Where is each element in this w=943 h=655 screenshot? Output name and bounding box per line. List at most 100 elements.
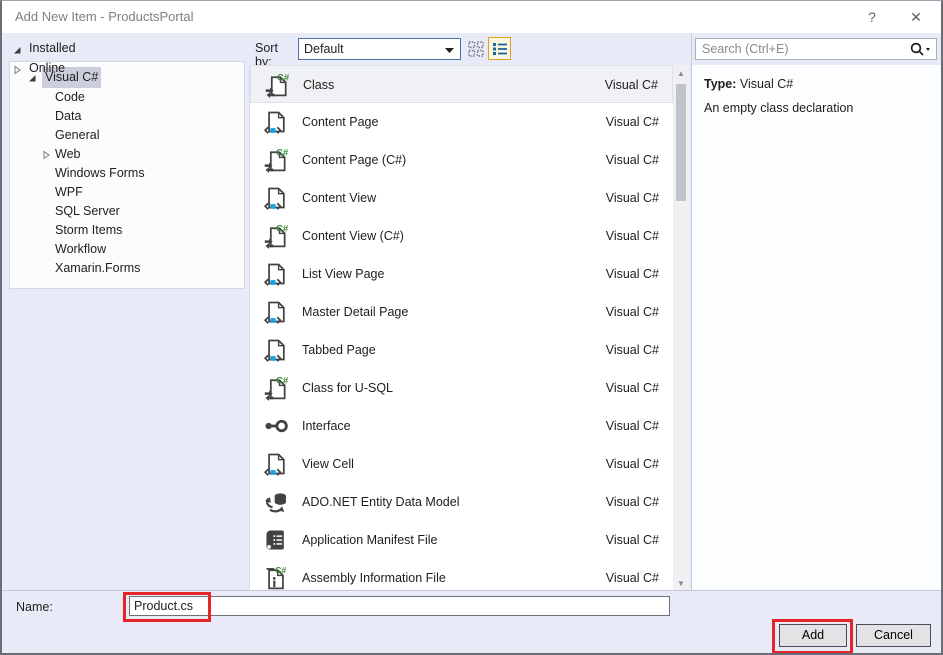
tree-node-storm-items[interactable]: Storm Items [10, 221, 244, 240]
template-name: Content View [302, 191, 377, 205]
template-item-assembly-information-file[interactable]: Assembly Information File Visual C# [250, 559, 673, 593]
template-item-class-for-usql[interactable]: Class for U-SQL Visual C# [250, 369, 673, 407]
search-input[interactable]: Search (Ctrl+E) [695, 38, 937, 60]
tree-label: Storm Items [55, 223, 123, 237]
installed-subtree: Visual C# Code Data General Web Windows … [9, 61, 245, 289]
expanded-triangle-icon[interactable] [12, 45, 22, 55]
name-label: Name: [16, 600, 53, 614]
list-scrollbar[interactable]: ▲ ▼ [673, 65, 689, 593]
scroll-up-icon[interactable]: ▲ [673, 67, 689, 81]
template-language: Visual C# [605, 343, 659, 357]
assembly-info-document-icon [263, 565, 289, 591]
tree-node-windows-forms[interactable]: Windows Forms [10, 164, 244, 183]
template-name: Content View (C#) [302, 229, 404, 243]
template-item-ado-net-entity-data-model[interactable]: ADO.NET Entity Data Model Visual C# [250, 483, 673, 521]
template-name: ADO.NET Entity Data Model [302, 495, 460, 509]
template-name: Application Manifest File [302, 533, 438, 547]
tree-node-xamarin-forms[interactable]: Xamarin.Forms [10, 259, 244, 278]
template-item-interface[interactable]: Interface Visual C# [250, 407, 673, 445]
tree-label: WPF [55, 185, 83, 199]
template-name: Master Detail Page [302, 305, 409, 319]
tree-node-installed[interactable]: Installed [2, 41, 249, 59]
template-name: View Cell [302, 457, 354, 471]
collapsed-triangle-icon[interactable] [12, 65, 22, 75]
template-name: Tabbed Page [302, 343, 376, 357]
scroll-down-icon[interactable]: ▼ [673, 577, 689, 591]
template-item-content-view-cs[interactable]: Content View (C#) Visual C# [250, 217, 673, 255]
csharp-class-document-icon [263, 223, 289, 249]
template-item-class[interactable]: Class Visual C# [250, 65, 673, 103]
tree-label: Code [55, 90, 85, 104]
tree-node-code[interactable]: Code [10, 88, 244, 107]
template-item-list-view-page[interactable]: List View Page Visual C# [250, 255, 673, 293]
template-item-content-page[interactable]: Content Page Visual C# [250, 103, 673, 141]
list-view-button[interactable] [488, 37, 511, 60]
template-language: Visual C# [605, 305, 659, 319]
template-language: Visual C# [605, 571, 659, 585]
search-icon[interactable] [908, 41, 932, 57]
tree-node-wpf[interactable]: WPF [10, 183, 244, 202]
tree-label: SQL Server [55, 204, 120, 218]
tree-label: Windows Forms [55, 166, 145, 180]
category-tree-panel: Installed Visual C# Code Data General We… [2, 33, 249, 590]
tree-node-general[interactable]: General [10, 126, 244, 145]
add-button[interactable]: Add [779, 624, 847, 647]
manifest-scroll-icon [263, 527, 289, 553]
tree-node-data[interactable]: Data [10, 107, 244, 126]
template-item-tabbed-page[interactable]: Tabbed Page Visual C# [250, 331, 673, 369]
template-item-content-view[interactable]: Content View Visual C# [250, 179, 673, 217]
template-item-master-detail-page[interactable]: Master Detail Page Visual C# [250, 293, 673, 331]
csharp-class-document-icon [263, 375, 289, 401]
cancel-button[interactable]: Cancel [856, 624, 931, 647]
tree-node-web[interactable]: Web [10, 145, 244, 164]
tree-label: Workflow [55, 242, 107, 256]
template-name: Interface [302, 419, 351, 433]
tree-node-workflow[interactable]: Workflow [10, 240, 244, 259]
add-new-item-dialog: Add New Item - ProductsPortal ? ✕ Instal… [0, 0, 943, 655]
type-value: Visual C# [739, 77, 794, 91]
tree-label: Installed [29, 41, 76, 55]
template-language: Visual C# [604, 78, 658, 92]
xaml-document-icon [263, 109, 289, 135]
database-model-icon [263, 489, 289, 515]
template-language: Visual C# [605, 419, 659, 433]
csharp-class-document-icon [264, 72, 290, 98]
close-icon[interactable]: ✕ [899, 1, 933, 33]
xaml-document-icon [263, 451, 289, 477]
help-button[interactable]: ? [855, 1, 889, 33]
template-language: Visual C# [605, 495, 659, 509]
scrollbar-thumb[interactable] [676, 84, 686, 201]
title-bar: Add New Item - ProductsPortal ? ✕ [2, 1, 941, 33]
collapsed-triangle-icon[interactable] [41, 150, 51, 160]
xaml-document-icon [263, 261, 289, 287]
xaml-document-icon [263, 299, 289, 325]
tree-node-online[interactable]: Online [2, 61, 249, 79]
sort-dropdown-value: Default [304, 42, 344, 56]
tree-label: Data [55, 109, 82, 123]
template-item-view-cell[interactable]: View Cell Visual C# [250, 445, 673, 483]
tree-label: Online [29, 61, 66, 75]
dialog-footer: Name: Add Cancel [2, 590, 941, 653]
template-item-application-manifest-file[interactable]: Application Manifest File Visual C# [250, 521, 673, 559]
tree-label: Web [55, 147, 81, 161]
template-name: Class [303, 78, 335, 92]
template-language: Visual C# [605, 191, 659, 205]
template-name: Assembly Information File [302, 571, 446, 585]
interface-lollipop-icon [263, 413, 289, 439]
search-placeholder: Search (Ctrl+E) [702, 42, 789, 56]
name-input[interactable] [129, 596, 670, 616]
template-info-panel: Type: Visual C# An empty class declarati… [692, 65, 941, 593]
sort-dropdown[interactable]: Default [298, 38, 461, 60]
template-language: Visual C# [605, 229, 659, 243]
small-icons-view-button[interactable] [465, 38, 487, 60]
list-view-icon [491, 40, 509, 58]
template-language: Visual C# [605, 533, 659, 547]
template-description: An empty class declaration [704, 101, 854, 115]
chevron-down-icon [445, 48, 454, 53]
template-item-content-page-cs[interactable]: Content Page (C#) Visual C# [250, 141, 673, 179]
csharp-class-document-icon [263, 147, 289, 173]
tree-label: General [55, 128, 100, 142]
template-language: Visual C# [605, 115, 659, 129]
type-label: Type: [704, 77, 737, 91]
tree-node-sql-server[interactable]: SQL Server [10, 202, 244, 221]
